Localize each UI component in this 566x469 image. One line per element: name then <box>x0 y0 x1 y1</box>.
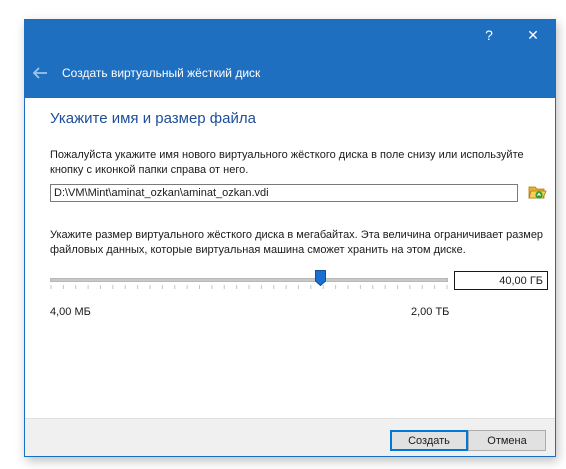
size-value-input[interactable] <box>454 271 548 290</box>
slider-handle[interactable] <box>314 270 326 286</box>
size-description: Укажите размер виртуального жёсткого дис… <box>50 229 544 256</box>
cancel-button[interactable]: Отмена <box>468 430 546 451</box>
desktop-background <box>0 0 26 469</box>
slider-ticks <box>50 285 448 289</box>
back-arrow-icon[interactable] <box>31 65 49 81</box>
page-title: Укажите имя и размер файла <box>50 110 256 127</box>
create-button[interactable]: Создать <box>390 430 468 451</box>
folder-open-icon[interactable] <box>527 182 547 202</box>
help-button[interactable]: ? <box>467 20 511 50</box>
footer-divider <box>25 418 555 419</box>
help-icon: ? <box>485 27 493 43</box>
close-button[interactable]: ✕ <box>511 20 555 50</box>
close-icon: ✕ <box>527 26 539 43</box>
slider-max-label: 2,00 ТБ <box>411 306 450 318</box>
slider-min-label: 4,00 МБ <box>50 306 91 318</box>
size-slider[interactable] <box>50 268 448 294</box>
location-description: Пожалуйста укажите имя нового виртуально… <box>50 149 524 176</box>
wizard-title: Создать виртуальный жёсткий диск <box>62 66 261 80</box>
wizard-page: Укажите имя и размер файла Пожалуйста ук… <box>25 98 555 418</box>
title-bar: ? ✕ Создать виртуальный жёсткий диск <box>25 20 555 98</box>
file-path-input[interactable] <box>50 184 518 202</box>
create-virtual-disk-dialog: ? ✕ Создать виртуальный жёсткий диск Ука… <box>24 19 556 457</box>
